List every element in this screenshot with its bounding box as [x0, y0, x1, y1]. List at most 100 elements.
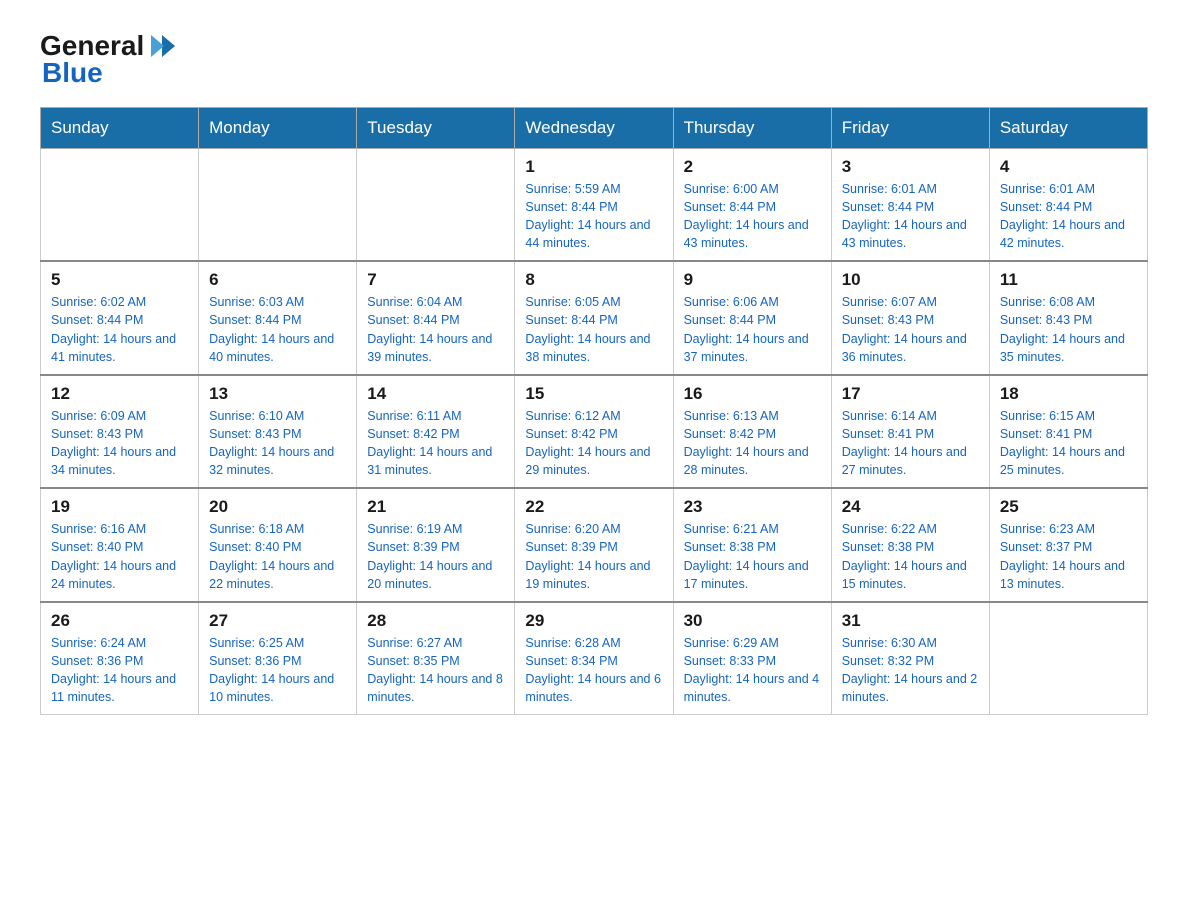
day-info: Sunrise: 6:08 AMSunset: 8:43 PMDaylight:…: [1000, 293, 1137, 366]
calendar-cell: 23 Sunrise: 6:21 AMSunset: 8:38 PMDayligh…: [673, 488, 831, 602]
week-row-2: 5 Sunrise: 6:02 AMSunset: 8:44 PMDaylight…: [41, 261, 1148, 375]
day-number: 28: [367, 611, 504, 631]
day-number: 15: [525, 384, 662, 404]
calendar-cell: 24 Sunrise: 6:22 AMSunset: 8:38 PMDayligh…: [831, 488, 989, 602]
day-info: Sunrise: 6:04 AMSunset: 8:44 PMDaylight:…: [367, 293, 504, 366]
day-number: 17: [842, 384, 979, 404]
day-number: 19: [51, 497, 188, 517]
calendar-cell: 5 Sunrise: 6:02 AMSunset: 8:44 PMDaylight…: [41, 261, 199, 375]
column-header-wednesday: Wednesday: [515, 107, 673, 148]
calendar-cell: [199, 148, 357, 261]
day-number: 9: [684, 270, 821, 290]
page-header: General Blue: [40, 30, 1148, 89]
day-info: Sunrise: 6:22 AMSunset: 8:38 PMDaylight:…: [842, 520, 979, 593]
day-number: 26: [51, 611, 188, 631]
calendar-cell: 18Sunrise: 6:15 AMSunset: 8:41 PMDayligh…: [989, 375, 1147, 489]
day-number: 31: [842, 611, 979, 631]
calendar-cell: 8 Sunrise: 6:05 AMSunset: 8:44 PMDaylight…: [515, 261, 673, 375]
day-info: Sunrise: 5:59 AMSunset: 8:44 PMDaylight:…: [525, 180, 662, 253]
day-number: 7: [367, 270, 504, 290]
day-info: Sunrise: 6:29 AMSunset: 8:33 PMDaylight:…: [684, 634, 821, 707]
day-info: Sunrise: 6:20 AMSunset: 8:39 PMDaylight:…: [525, 520, 662, 593]
day-info: Sunrise: 6:01 AMSunset: 8:44 PMDaylight:…: [842, 180, 979, 253]
calendar-cell: 20 Sunrise: 6:18 AMSunset: 8:40 PMDayligh…: [199, 488, 357, 602]
day-info: Sunrise: 6:12 AMSunset: 8:42 PMDaylight:…: [525, 407, 662, 480]
day-number: 18: [1000, 384, 1137, 404]
day-info: Sunrise: 6:16 AMSunset: 8:40 PMDaylight:…: [51, 520, 188, 593]
day-info: Sunrise: 6:21 AMSunset: 8:38 PMDaylight:…: [684, 520, 821, 593]
day-info: Sunrise: 6:30 AMSunset: 8:32 PMDaylight:…: [842, 634, 979, 707]
day-number: 22: [525, 497, 662, 517]
day-number: 27: [209, 611, 346, 631]
week-row-5: 26 Sunrise: 6:24 AMSunset: 8:36 PMDayligh…: [41, 602, 1148, 715]
day-info: Sunrise: 6:03 AMSunset: 8:44 PMDaylight:…: [209, 293, 346, 366]
week-row-4: 19 Sunrise: 6:16 AMSunset: 8:40 PMDayligh…: [41, 488, 1148, 602]
calendar-cell: [357, 148, 515, 261]
calendar-cell: [989, 602, 1147, 715]
day-number: 13: [209, 384, 346, 404]
column-header-saturday: Saturday: [989, 107, 1147, 148]
calendar-cell: 2 Sunrise: 6:00 AMSunset: 8:44 PMDaylight…: [673, 148, 831, 261]
day-number: 8: [525, 270, 662, 290]
column-header-tuesday: Tuesday: [357, 107, 515, 148]
day-info: Sunrise: 6:19 AMSunset: 8:39 PMDaylight:…: [367, 520, 504, 593]
day-info: Sunrise: 6:18 AMSunset: 8:40 PMDaylight:…: [209, 520, 346, 593]
day-number: 12: [51, 384, 188, 404]
calendar-cell: 3 Sunrise: 6:01 AMSunset: 8:44 PMDaylight…: [831, 148, 989, 261]
column-header-monday: Monday: [199, 107, 357, 148]
day-info: Sunrise: 6:05 AMSunset: 8:44 PMDaylight:…: [525, 293, 662, 366]
calendar-cell: 30 Sunrise: 6:29 AMSunset: 8:33 PMDayligh…: [673, 602, 831, 715]
day-info: Sunrise: 6:09 AMSunset: 8:43 PMDaylight:…: [51, 407, 188, 480]
calendar-cell: 31 Sunrise: 6:30 AMSunset: 8:32 PMDayligh…: [831, 602, 989, 715]
calendar-cell: 9 Sunrise: 6:06 AMSunset: 8:44 PMDaylight…: [673, 261, 831, 375]
day-number: 25: [1000, 497, 1137, 517]
day-info: Sunrise: 6:11 AMSunset: 8:42 PMDaylight:…: [367, 407, 504, 480]
day-number: 6: [209, 270, 346, 290]
column-header-thursday: Thursday: [673, 107, 831, 148]
logo-flag-icon: [146, 30, 178, 62]
day-number: 1: [525, 157, 662, 177]
day-info: Sunrise: 6:23 AMSunset: 8:37 PMDaylight:…: [1000, 520, 1137, 593]
day-info: Sunrise: 6:27 AMSunset: 8:35 PMDaylight:…: [367, 634, 504, 707]
calendar-cell: [41, 148, 199, 261]
calendar-cell: 6 Sunrise: 6:03 AMSunset: 8:44 PMDaylight…: [199, 261, 357, 375]
logo-blue: Blue: [40, 58, 178, 89]
calendar-cell: 27 Sunrise: 6:25 AMSunset: 8:36 PMDayligh…: [199, 602, 357, 715]
day-number: 11: [1000, 270, 1137, 290]
calendar-cell: 28 Sunrise: 6:27 AMSunset: 8:35 PMDayligh…: [357, 602, 515, 715]
column-header-sunday: Sunday: [41, 107, 199, 148]
calendar-cell: 29Sunrise: 6:28 AMSunset: 8:34 PMDayligh…: [515, 602, 673, 715]
day-number: 21: [367, 497, 504, 517]
day-info: Sunrise: 6:10 AMSunset: 8:43 PMDaylight:…: [209, 407, 346, 480]
day-info: Sunrise: 6:13 AMSunset: 8:42 PMDaylight:…: [684, 407, 821, 480]
calendar-cell: 14 Sunrise: 6:11 AMSunset: 8:42 PMDayligh…: [357, 375, 515, 489]
day-number: 3: [842, 157, 979, 177]
logo: General Blue: [40, 30, 178, 89]
day-info: Sunrise: 6:06 AMSunset: 8:44 PMDaylight:…: [684, 293, 821, 366]
calendar-table: SundayMondayTuesdayWednesdayThursdayFrid…: [40, 107, 1148, 716]
day-info: Sunrise: 6:00 AMSunset: 8:44 PMDaylight:…: [684, 180, 821, 253]
calendar-cell: 10Sunrise: 6:07 AMSunset: 8:43 PMDayligh…: [831, 261, 989, 375]
calendar-cell: 4Sunrise: 6:01 AMSunset: 8:44 PMDaylight…: [989, 148, 1147, 261]
week-row-3: 12 Sunrise: 6:09 AMSunset: 8:43 PMDayligh…: [41, 375, 1148, 489]
calendar-cell: 15 Sunrise: 6:12 AMSunset: 8:42 PMDayligh…: [515, 375, 673, 489]
day-number: 5: [51, 270, 188, 290]
day-number: 2: [684, 157, 821, 177]
day-info: Sunrise: 6:24 AMSunset: 8:36 PMDaylight:…: [51, 634, 188, 707]
calendar-cell: 25 Sunrise: 6:23 AMSunset: 8:37 PMDayligh…: [989, 488, 1147, 602]
calendar-cell: 22 Sunrise: 6:20 AMSunset: 8:39 PMDayligh…: [515, 488, 673, 602]
calendar-cell: 7 Sunrise: 6:04 AMSunset: 8:44 PMDaylight…: [357, 261, 515, 375]
day-number: 23: [684, 497, 821, 517]
calendar-cell: 13 Sunrise: 6:10 AMSunset: 8:43 PMDayligh…: [199, 375, 357, 489]
calendar-cell: 16Sunrise: 6:13 AMSunset: 8:42 PMDayligh…: [673, 375, 831, 489]
day-number: 20: [209, 497, 346, 517]
calendar-cell: 19 Sunrise: 6:16 AMSunset: 8:40 PMDayligh…: [41, 488, 199, 602]
calendar-cell: 11 Sunrise: 6:08 AMSunset: 8:43 PMDayligh…: [989, 261, 1147, 375]
day-info: Sunrise: 6:02 AMSunset: 8:44 PMDaylight:…: [51, 293, 188, 366]
day-number: 30: [684, 611, 821, 631]
day-number: 14: [367, 384, 504, 404]
day-info: Sunrise: 6:14 AMSunset: 8:41 PMDaylight:…: [842, 407, 979, 480]
day-number: 24: [842, 497, 979, 517]
calendar-cell: 1 Sunrise: 5:59 AMSunset: 8:44 PMDaylight…: [515, 148, 673, 261]
day-info: Sunrise: 6:25 AMSunset: 8:36 PMDaylight:…: [209, 634, 346, 707]
